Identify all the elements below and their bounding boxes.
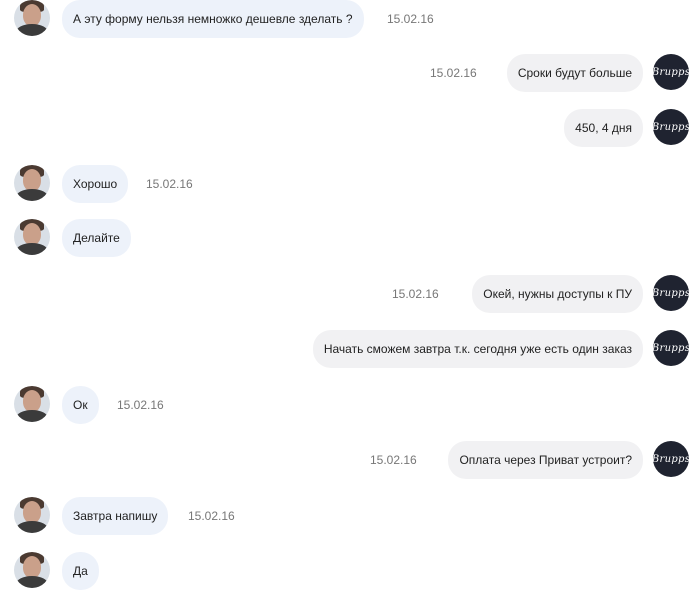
user-avatar[interactable]: [14, 386, 50, 422]
face: [23, 390, 41, 412]
message-timestamp: 15.02.16: [370, 453, 417, 467]
message-row: Да: [0, 552, 700, 592]
shoulders: [16, 410, 48, 422]
company-logo-avatar[interactable]: Brupps: [653, 54, 689, 90]
shoulders: [16, 243, 48, 255]
user-avatar[interactable]: [14, 552, 50, 588]
message-row: Начать сможем завтра т.к. сегодня уже ес…: [0, 330, 700, 370]
face: [23, 556, 41, 578]
logo-icon: Brupps: [653, 453, 689, 465]
message-row: 15.02.16 Окей, нужны доступы к ПУ Brupps: [0, 275, 700, 315]
incoming-message-bubble[interactable]: Да: [62, 552, 99, 590]
face: [23, 4, 41, 26]
message-row: 15.02.16 Сроки будут больше Brupps: [0, 54, 700, 94]
message-row: Делайте: [0, 219, 700, 259]
incoming-message-bubble[interactable]: Завтра напишу: [62, 497, 169, 535]
message-row: 15.02.16 Оплата через Приват устроит? Br…: [0, 441, 700, 481]
message-timestamp: 15.02.16: [392, 287, 439, 301]
shoulders: [16, 24, 48, 36]
logo-icon: Brupps: [653, 287, 689, 299]
incoming-message-bubble[interactable]: Ок: [62, 386, 99, 424]
shoulders: [16, 189, 48, 201]
logo-icon: Brupps: [653, 66, 689, 78]
message-timestamp: 15.02.16: [188, 509, 235, 523]
message-row: Хорошо 15.02.16: [0, 165, 700, 205]
outgoing-message-bubble[interactable]: Начать сможем завтра т.к. сегодня уже ес…: [312, 330, 643, 368]
user-avatar[interactable]: [14, 219, 50, 255]
message-row: 450, 4 дня Brupps: [0, 109, 700, 149]
user-avatar[interactable]: [14, 0, 50, 36]
incoming-message-bubble[interactable]: Делайте: [62, 219, 131, 257]
message-timestamp: 15.02.16: [146, 177, 193, 191]
message-row: А эту форму нельзя немножко дешевле здел…: [0, 0, 700, 40]
shoulders: [16, 521, 48, 533]
company-logo-avatar[interactable]: Brupps: [653, 109, 689, 145]
logo-icon: Brupps: [653, 342, 689, 354]
shoulders: [16, 576, 48, 588]
face: [23, 501, 41, 523]
incoming-message-bubble[interactable]: А эту форму нельзя немножко дешевле здел…: [62, 0, 364, 38]
outgoing-message-bubble[interactable]: Оплата через Приват устроит?: [448, 441, 643, 479]
incoming-message-bubble[interactable]: Хорошо: [62, 165, 129, 203]
logo-icon: Brupps: [653, 121, 689, 133]
outgoing-message-bubble[interactable]: Окей, нужны доступы к ПУ: [472, 275, 643, 313]
message-row: Ок 15.02.16: [0, 386, 700, 426]
company-logo-avatar[interactable]: Brupps: [653, 441, 689, 477]
user-avatar[interactable]: [14, 497, 50, 533]
face: [23, 169, 41, 191]
message-timestamp: 15.02.16: [430, 66, 477, 80]
company-logo-avatar[interactable]: Brupps: [653, 330, 689, 366]
message-row: Завтра напишу 15.02.16: [0, 497, 700, 537]
message-timestamp: 15.02.16: [387, 12, 434, 26]
face: [23, 223, 41, 245]
outgoing-message-bubble[interactable]: Сроки будут больше: [506, 54, 643, 92]
outgoing-message-bubble[interactable]: 450, 4 дня: [564, 109, 643, 147]
user-avatar[interactable]: [14, 165, 50, 201]
company-logo-avatar[interactable]: Brupps: [653, 275, 689, 311]
message-timestamp: 15.02.16: [117, 398, 164, 412]
